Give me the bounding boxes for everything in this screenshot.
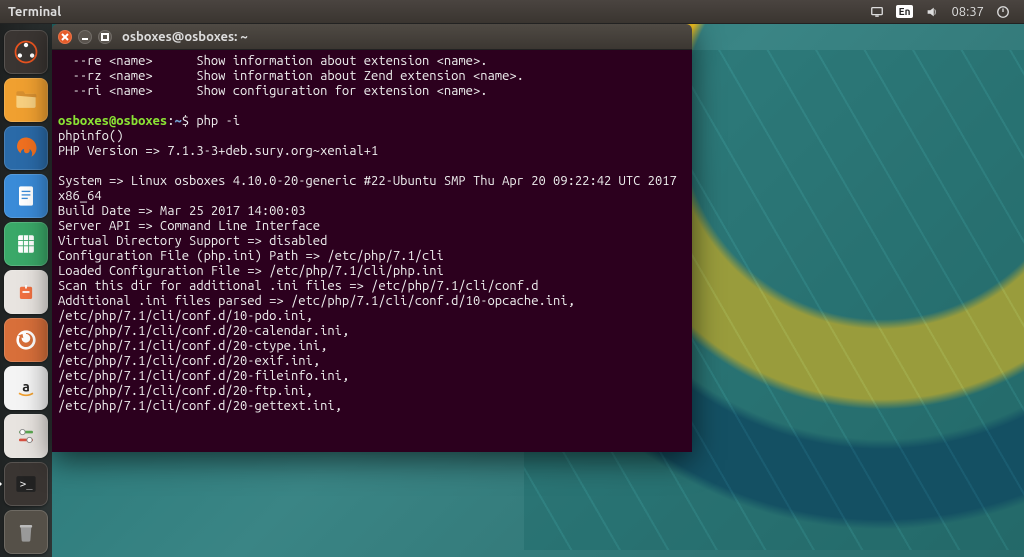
terminal-output-line: PHP Version => 7.1.3-3+deb.sury.org~xeni…: [58, 144, 686, 159]
launcher-document-icon[interactable]: [4, 174, 48, 218]
language-indicator[interactable]: En: [896, 5, 914, 18]
terminal-output-line: Build Date => Mar 25 2017 14:00:03: [58, 204, 686, 219]
terminal-prompt-line: osboxes@osboxes:~$ php -i: [58, 114, 686, 129]
launcher-updater-icon[interactable]: [4, 318, 48, 362]
window-titlebar[interactable]: osboxes@osboxes: ~: [52, 24, 692, 50]
terminal-output-line: /etc/php/7.1/cli/conf.d/20-fileinfo.ini,: [58, 369, 686, 384]
terminal-help-line: --ri <name> Show configuration for exten…: [58, 84, 686, 99]
terminal-output-line: /etc/php/7.1/cli/conf.d/20-ftp.ini,: [58, 384, 686, 399]
launcher-settings-icon[interactable]: [4, 414, 48, 458]
terminal-output-line: Loaded Configuration File => /etc/php/7.…: [58, 264, 686, 279]
window-title: osboxes@osboxes: ~: [122, 30, 248, 44]
launcher-amazon-icon[interactable]: a: [4, 366, 48, 410]
launcher-firefox-icon[interactable]: [4, 126, 48, 170]
terminal-help-line: --re <name> Show information about exten…: [58, 54, 686, 69]
launcher-dash-icon[interactable]: [4, 30, 48, 74]
window-minimize-button[interactable]: [78, 30, 92, 44]
launcher-trash-icon[interactable]: [4, 510, 48, 554]
sound-indicator-icon[interactable]: [925, 5, 939, 19]
terminal-output-line: /etc/php/7.1/cli/conf.d/20-calendar.ini,: [58, 324, 686, 339]
terminal-blank-line: [58, 99, 686, 114]
unity-launcher: a >_: [0, 24, 52, 557]
terminal-content[interactable]: --re <name> Show information about exten…: [52, 50, 692, 452]
clock-indicator[interactable]: 08:37: [951, 5, 984, 19]
launcher-terminal-icon[interactable]: >_: [4, 462, 48, 506]
session-indicator-icon[interactable]: [996, 5, 1010, 19]
active-app-title[interactable]: Terminal: [8, 5, 61, 19]
display-indicator-icon[interactable]: [870, 5, 884, 19]
terminal-output-line: /etc/php/7.1/cli/conf.d/10-pdo.ini,: [58, 309, 686, 324]
terminal-output-line: /etc/php/7.1/cli/conf.d/20-exif.ini,: [58, 354, 686, 369]
terminal-output-line: /etc/php/7.1/cli/conf.d/20-ctype.ini,: [58, 339, 686, 354]
terminal-output-line: Server API => Command Line Interface: [58, 219, 686, 234]
terminal-window: osboxes@osboxes: ~ --re <name> Show info…: [52, 24, 692, 452]
terminal-output-line: [58, 159, 686, 174]
svg-text:>_: >_: [20, 479, 33, 491]
svg-text:a: a: [22, 379, 30, 395]
terminal-output-line: Virtual Directory Support => disabled: [58, 234, 686, 249]
terminal-output-line: phpinfo(): [58, 129, 686, 144]
terminal-output-line: System => Linux osboxes 4.10.0-20-generi…: [58, 174, 686, 204]
window-maximize-button[interactable]: [98, 30, 112, 44]
launcher-spreadsheet-icon[interactable]: [4, 222, 48, 266]
terminal-help-line: --rz <name> Show information about Zend …: [58, 69, 686, 84]
terminal-output-line: Scan this dir for additional .ini files …: [58, 279, 686, 294]
terminal-output-line: Configuration File (php.ini) Path => /et…: [58, 249, 686, 264]
launcher-files-icon[interactable]: [4, 78, 48, 122]
launcher-software-icon[interactable]: [4, 270, 48, 314]
window-close-button[interactable]: [58, 30, 72, 44]
terminal-output-line: /etc/php/7.1/cli/conf.d/20-gettext.ini,: [58, 399, 686, 414]
terminal-output-line: Additional .ini files parsed => /etc/php…: [58, 294, 686, 309]
top-menu-bar: Terminal En 08:37: [0, 0, 1024, 24]
